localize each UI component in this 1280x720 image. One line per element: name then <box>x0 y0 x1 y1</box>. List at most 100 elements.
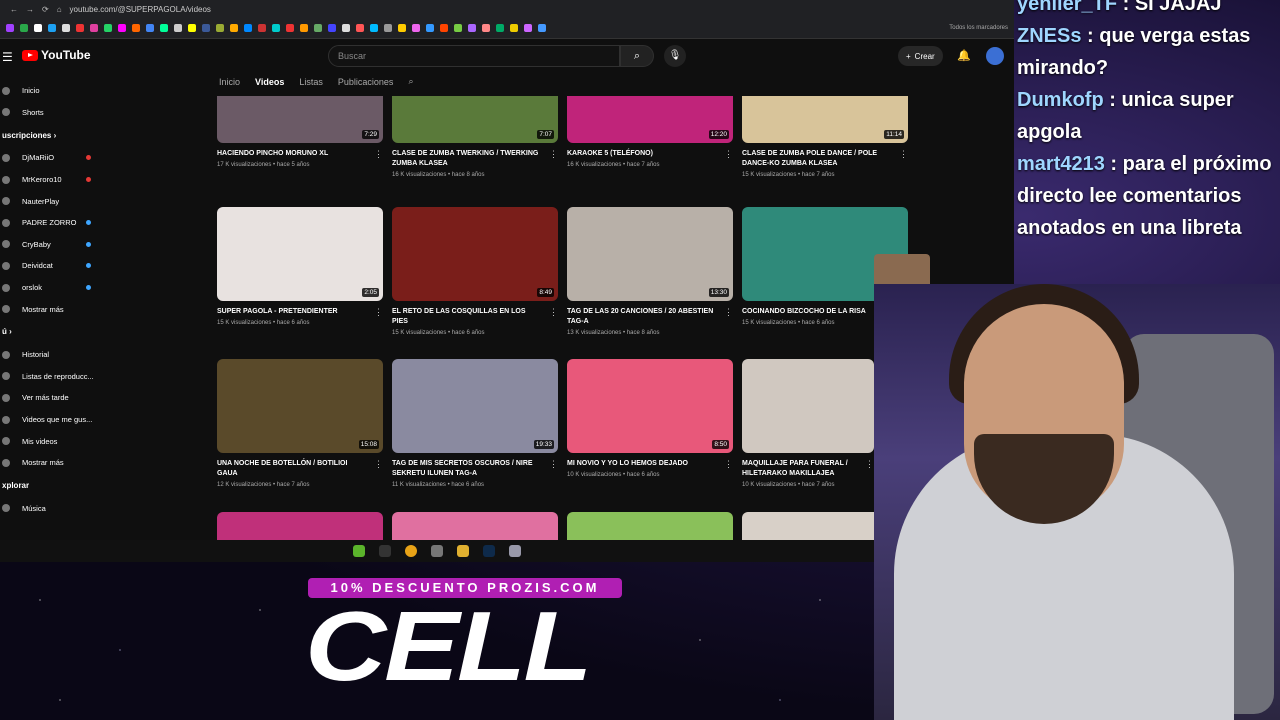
bookmark-icon[interactable] <box>118 24 126 32</box>
video-title[interactable]: EL RETO DE LAS COSQUILLAS EN LOS PIES <box>392 307 542 327</box>
folder-icon[interactable] <box>457 545 469 557</box>
bookmark-icon[interactable] <box>48 24 56 32</box>
video-card[interactable]: 15:08 UNA NOCHE DE BOTELLÓN / BOTILIOI GA… <box>217 359 383 488</box>
bookmark-icon[interactable] <box>370 24 378 32</box>
bookmark-icon[interactable] <box>384 24 392 32</box>
bookmark-icon[interactable] <box>510 24 518 32</box>
sidebar-item[interactable]: Ver más tarde <box>0 387 110 409</box>
bookmark-icon[interactable] <box>538 24 546 32</box>
bookmark-icon[interactable] <box>496 24 504 32</box>
video-thumbnail[interactable]: 11:14 <box>742 96 908 143</box>
video-thumbnail[interactable] <box>742 359 874 453</box>
bookmark-icon[interactable] <box>440 24 448 32</box>
sidebar-item[interactable]: Historial <box>0 344 110 366</box>
video-card[interactable]: 13:30 TAG DE LAS 20 CANCIONES / 20 ABESTI… <box>567 207 733 336</box>
bookmark-icon[interactable] <box>300 24 308 32</box>
more-options-icon[interactable]: ⋮ <box>865 459 874 470</box>
bookmark-icon[interactable] <box>342 24 350 32</box>
app-icon[interactable] <box>509 545 521 557</box>
video-card[interactable]: MAQUILLAJE PARA FUNERAL / HILETARAKO MAK… <box>742 359 874 488</box>
reload-icon[interactable]: ⟳ <box>42 5 49 14</box>
more-options-icon[interactable]: ⋮ <box>724 149 733 160</box>
home-icon[interactable]: ⌂ <box>57 5 62 14</box>
video-card[interactable]: 12:20 KARAOKE 5 (TELÉFONO) 16 K visualizac… <box>567 96 733 168</box>
more-options-icon[interactable]: ⋮ <box>374 149 383 160</box>
bookmark-icon[interactable] <box>258 24 266 32</box>
video-card[interactable]: 11:14 CLASE DE ZUMBA POLE DANCE / POLE DA… <box>742 96 908 178</box>
bookmark-icon[interactable] <box>286 24 294 32</box>
video-thumbnail[interactable]: 2:05 <box>217 207 383 301</box>
video-card[interactable]: 19:33 TAG DE MIS SECRETOS OSCUROS / NIRE … <box>392 359 558 488</box>
video-title[interactable]: TAG DE LAS 20 CANCIONES / 20 ABESTIEN TA… <box>567 307 717 327</box>
bookmark-icon[interactable] <box>160 24 168 32</box>
photoshop-icon[interactable] <box>483 545 495 557</box>
video-thumbnail[interactable]: 7:29 <box>217 96 383 143</box>
video-thumbnail[interactable] <box>567 512 733 540</box>
subscriptions-heading[interactable]: uscripciones › <box>0 123 110 147</box>
url-text[interactable]: youtube.com/@SUPERPAGOLA/videos <box>70 5 211 14</box>
video-card[interactable]: 7:29 HACIENDO PINCHO MORUNO XL 17 K visual… <box>217 96 383 168</box>
bookmark-icon[interactable] <box>62 24 70 32</box>
sidebar-item[interactable]: Listas de reproducc... <box>0 366 110 388</box>
bookmark-icon[interactable] <box>454 24 462 32</box>
video-thumbnail[interactable]: 19:33 <box>392 359 558 453</box>
video-thumbnail[interactable]: 8:50 <box>567 359 733 453</box>
bookmark-icon[interactable] <box>104 24 112 32</box>
more-options-icon[interactable]: ⋮ <box>724 307 733 318</box>
bookmark-icon[interactable] <box>146 24 154 32</box>
bookmark-icon[interactable] <box>132 24 140 32</box>
bookmark-icon[interactable] <box>174 24 182 32</box>
sidebar-item-shorts[interactable]: Shorts <box>0 102 110 124</box>
bookmark-icon[interactable] <box>356 24 364 32</box>
sidebar-item[interactable]: Música <box>0 498 110 520</box>
sidebar-channel[interactable]: PADRE ZORRO <box>0 212 110 234</box>
forward-icon[interactable]: → <box>26 5 34 14</box>
video-thumbnail[interactable]: 12:20 <box>567 96 733 143</box>
bookmark-icon[interactable] <box>216 24 224 32</box>
sidebar-item[interactable]: Mis videos <box>0 430 110 452</box>
video-title[interactable]: UNA NOCHE DE BOTELLÓN / BOTILIOI GAUA <box>217 459 367 479</box>
video-thumbnail[interactable] <box>392 512 558 540</box>
video-thumbnail[interactable]: 15:08 <box>217 359 383 453</box>
sidebar-channel[interactable]: CryBaby <box>0 234 110 256</box>
sidebar-item[interactable]: Videos que me gus... <box>0 409 110 431</box>
bookmark-icon[interactable] <box>524 24 532 32</box>
bell-icon[interactable]: 🔔 <box>957 49 971 62</box>
video-card[interactable]: 8:49 EL RETO DE LAS COSQUILLAS EN LOS PIE… <box>392 207 558 336</box>
search-input[interactable]: Buscar <box>328 45 620 67</box>
sidebar-channel[interactable]: orslok <box>0 277 110 299</box>
video-card[interactable]: 8:50 MI NOVIO Y YO LO HEMOS DEJADO 10 K vi… <box>567 359 733 478</box>
bookmark-icon[interactable] <box>398 24 406 32</box>
tab-listas[interactable]: Listas <box>299 77 323 87</box>
avatar[interactable] <box>986 47 1004 65</box>
video-title[interactable]: HACIENDO PINCHO MORUNO XL <box>217 149 367 159</box>
menu-icon[interactable]: ☰ <box>2 50 13 64</box>
video-title[interactable]: SUPER PAGOLA - PRETENDIENTER <box>217 307 367 317</box>
bookmark-icon[interactable] <box>272 24 280 32</box>
video-title[interactable]: KARAOKE 5 (TELÉFONO) <box>567 149 717 159</box>
tab-inicio[interactable]: Inicio <box>219 77 240 87</box>
app-icon[interactable] <box>353 545 365 557</box>
more-options-icon[interactable]: ⋮ <box>724 459 733 470</box>
video-title[interactable]: TAG DE MIS SECRETOS OSCUROS / NIRE SEKRE… <box>392 459 542 479</box>
more-options-icon[interactable]: ⋮ <box>374 307 383 318</box>
more-options-icon[interactable]: ⋮ <box>549 149 558 160</box>
you-heading[interactable]: ú › <box>0 320 110 344</box>
bookmark-icon[interactable] <box>482 24 490 32</box>
address-bar[interactable]: ← → ⟳ ⌂ youtube.com/@SUPERPAGOLA/videos <box>0 0 1014 18</box>
video-thumbnail[interactable]: 8:49 <box>392 207 558 301</box>
chrome-icon[interactable] <box>405 545 417 557</box>
more-options-icon[interactable]: ⋮ <box>549 459 558 470</box>
bookmarks-folder[interactable]: Todos los marcadores <box>949 25 1008 31</box>
sidebar-channel[interactable]: DjMaRiiO <box>0 147 110 169</box>
video-card[interactable] <box>567 512 733 540</box>
bookmark-icon[interactable] <box>244 24 252 32</box>
bookmark-icon[interactable] <box>230 24 238 32</box>
mic-icon[interactable]: 🎙 <box>664 45 686 67</box>
sidebar-channel[interactable]: MrKeroro10 <box>0 169 110 191</box>
bookmark-icon[interactable] <box>314 24 322 32</box>
bookmark-icon[interactable] <box>188 24 196 32</box>
obs-icon[interactable] <box>379 545 391 557</box>
bookmark-icon[interactable] <box>90 24 98 32</box>
video-thumbnail[interactable]: 7:07 <box>392 96 558 143</box>
